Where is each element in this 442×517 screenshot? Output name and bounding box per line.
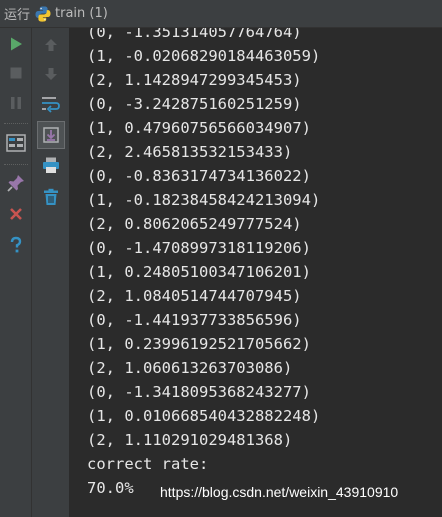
console-line: (0, -1.441937733856596) (87, 311, 302, 329)
left-toolbar (0, 28, 32, 517)
run-tab-title[interactable]: train (1) (55, 6, 108, 21)
console-line: correct rate: (87, 455, 209, 473)
watermark-text: https://blog.csdn.net/weixin_43910910 (160, 484, 399, 500)
console-output[interactable]: (0, -1.351314057764764) (1, -0.020682901… (70, 28, 442, 517)
console-line: (2, 2.465813532153433) (87, 143, 293, 161)
console-line: (1, -0.18238458424213094) (87, 191, 321, 209)
console-line: (0, -1.351314057764764) (87, 28, 302, 41)
pin-icon[interactable] (4, 171, 28, 195)
right-toolbar (32, 28, 70, 517)
console-line: (0, -0.8363174734136022) (87, 167, 311, 185)
help-icon[interactable] (4, 233, 28, 257)
console-line: (0, -1.3418095368243277) (87, 383, 311, 401)
console-line: (2, 0.8062065249777524) (87, 215, 302, 233)
toolbar-separator (4, 123, 28, 124)
console-line: (2, 1.0840514744707945) (87, 287, 302, 305)
console-line: (2, 1.142894729934545З) (87, 71, 302, 89)
pause-icon[interactable] (4, 91, 28, 115)
print-icon[interactable] (39, 153, 63, 177)
run-tool-window: 运行 train (1) (0, -1.351314057764764) (1,… (0, 0, 442, 517)
console-line: (1, 0.010668540432882248) (87, 407, 321, 425)
stop-icon[interactable] (4, 61, 28, 85)
console-line: (1, 0.4796075656603490‌7) (87, 119, 311, 137)
soft-wrap-icon[interactable] (39, 92, 63, 116)
console-line: (1, 0.23996192521705662) (87, 335, 311, 353)
run-icon[interactable] (4, 32, 28, 56)
up-arrow-icon[interactable] (39, 33, 63, 57)
console-line: (0, -3.24287516025125‍9) (87, 95, 302, 113)
run-label: 运行 (4, 8, 31, 23)
run-titlebar: 运行 train (1) (0, 0, 442, 28)
console-line: (1, 0.24805100347106201) (87, 263, 311, 281)
python-icon (34, 5, 52, 23)
scroll-to-end-icon[interactable] (37, 121, 65, 149)
console-line: (0, -1.4708997318119206) (87, 239, 311, 257)
console-line: (2, 1.110291029481368) (87, 431, 293, 449)
close-icon[interactable] (4, 202, 28, 226)
layout-icon[interactable] (4, 131, 28, 155)
toolbar-separator (4, 164, 28, 165)
trash-icon[interactable] (39, 185, 63, 209)
console-line: (2, 1.060613263703086) (87, 359, 293, 377)
console-line: (1, -0.02068290184463059) (87, 47, 321, 65)
down-arrow-icon[interactable] (39, 62, 63, 86)
console-line: 70.0% (87, 479, 134, 497)
